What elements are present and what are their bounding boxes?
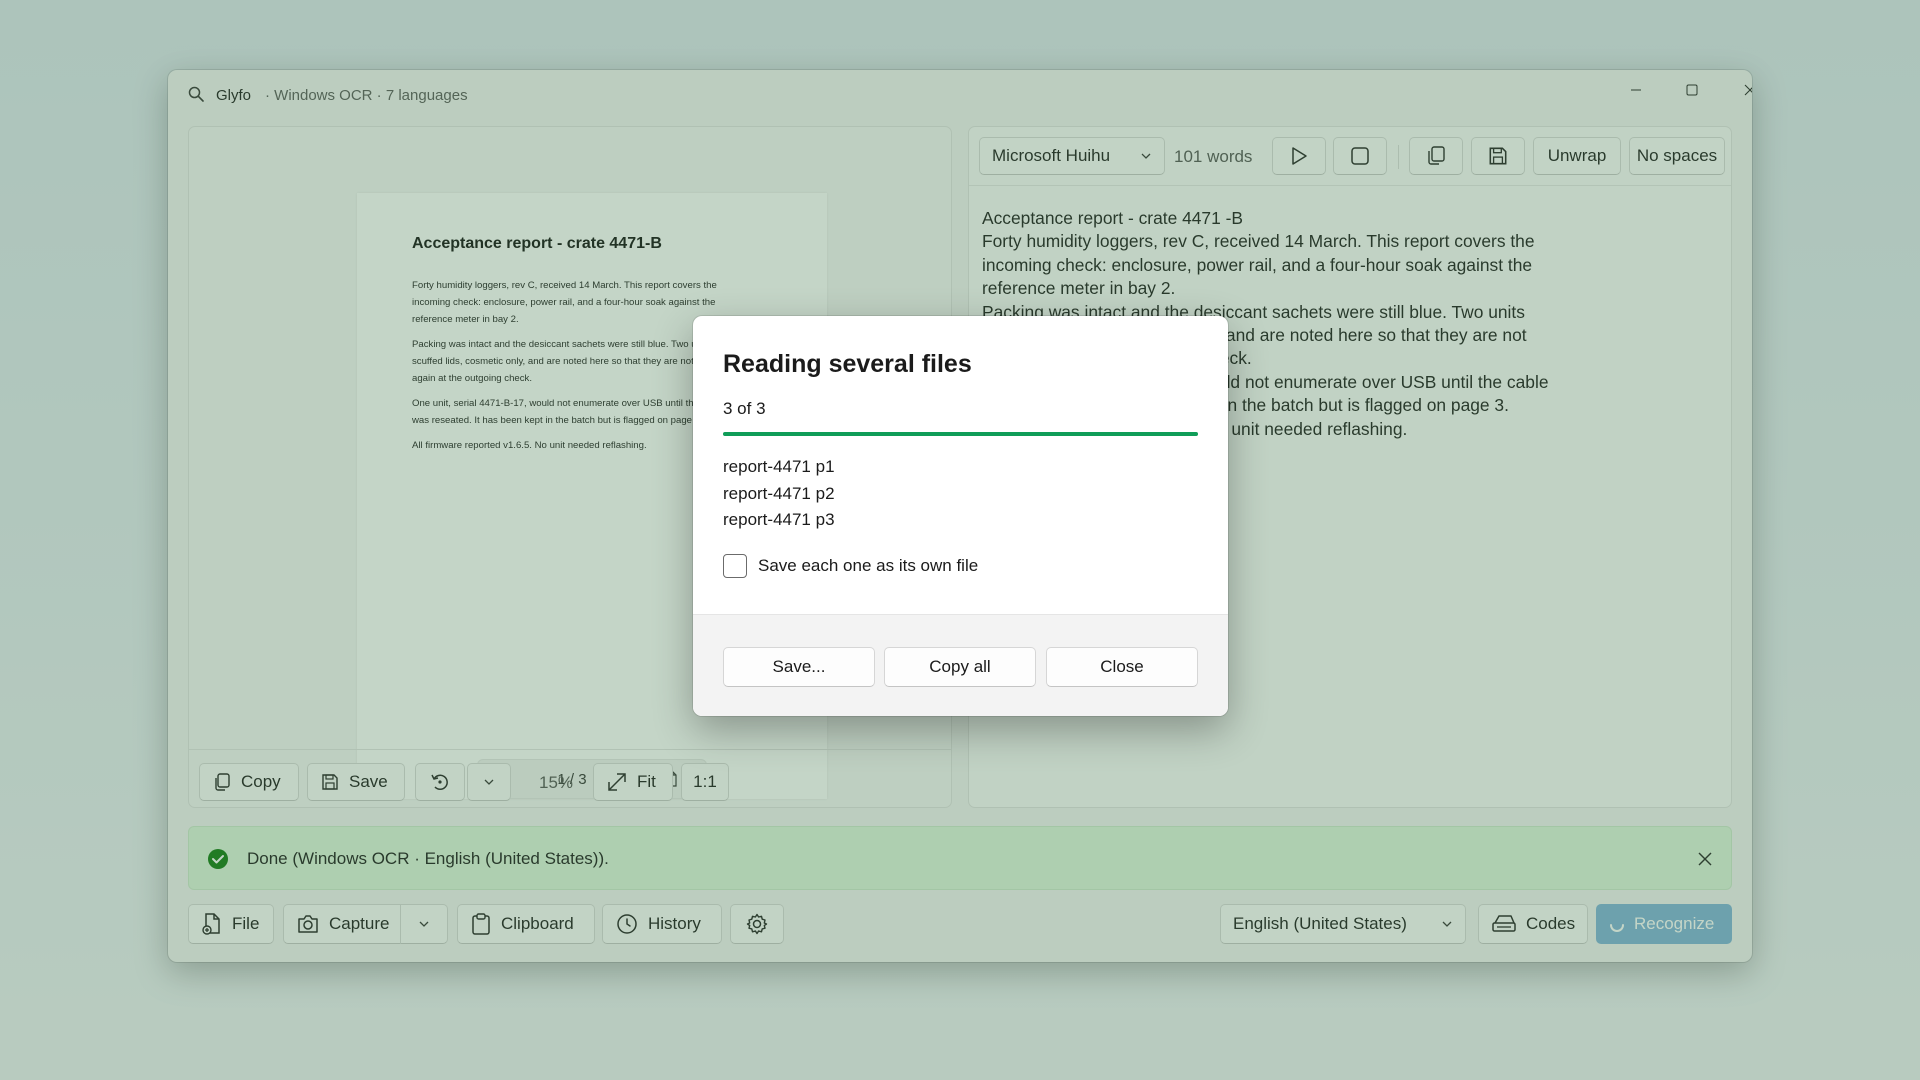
- dialog-save-button[interactable]: Save...: [723, 647, 875, 687]
- save-separately-checkbox[interactable]: [723, 554, 747, 578]
- file-list-item: report-4471 p2: [723, 484, 835, 503]
- dialog-footer: Save... Copy all Close: [693, 614, 1228, 716]
- progress-bar: [723, 432, 1198, 436]
- dialog-close-button[interactable]: Close: [1046, 647, 1198, 687]
- reading-files-dialog: Reading several files 3 of 3 report-4471…: [693, 316, 1228, 716]
- progress-count: 3 of 3: [723, 399, 766, 418]
- dialog-title: Reading several files: [723, 350, 972, 378]
- file-list-item: report-4471 p3: [723, 510, 835, 529]
- dialog-copy-all-button[interactable]: Copy all: [884, 647, 1036, 687]
- progress-bar-fill: [723, 432, 1198, 436]
- save-separately-label[interactable]: Save each one as its own file: [758, 556, 978, 576]
- file-list-item: report-4471 p1: [723, 457, 835, 476]
